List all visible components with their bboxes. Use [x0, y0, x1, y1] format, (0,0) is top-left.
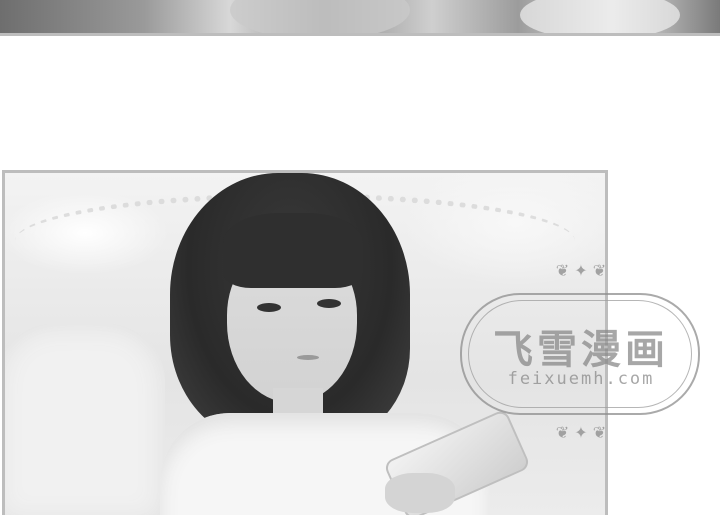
watermark-ornament-bottom: ❦ ✦ ❦	[555, 423, 607, 442]
watermark-url: feixuemh.com	[507, 369, 655, 389]
top-comic-panel	[0, 0, 720, 36]
top-panel-photo-shape	[230, 0, 410, 33]
person-bangs	[223, 213, 363, 288]
person-mouth	[297, 355, 319, 360]
person-hand	[385, 473, 455, 513]
site-watermark: ❦ ✦ ❦ 飞雪漫画 feixuemh.com ❦ ✦ ❦	[450, 255, 712, 455]
person-right-eye	[317, 299, 341, 308]
person-left-eye	[257, 303, 281, 312]
sofa-armrest	[5, 323, 165, 515]
top-panel-photo-highlight	[520, 0, 680, 33]
watermark-title: 飞雪漫画	[493, 327, 669, 373]
watermark-ornament-top: ❦ ✦ ❦	[555, 261, 607, 280]
